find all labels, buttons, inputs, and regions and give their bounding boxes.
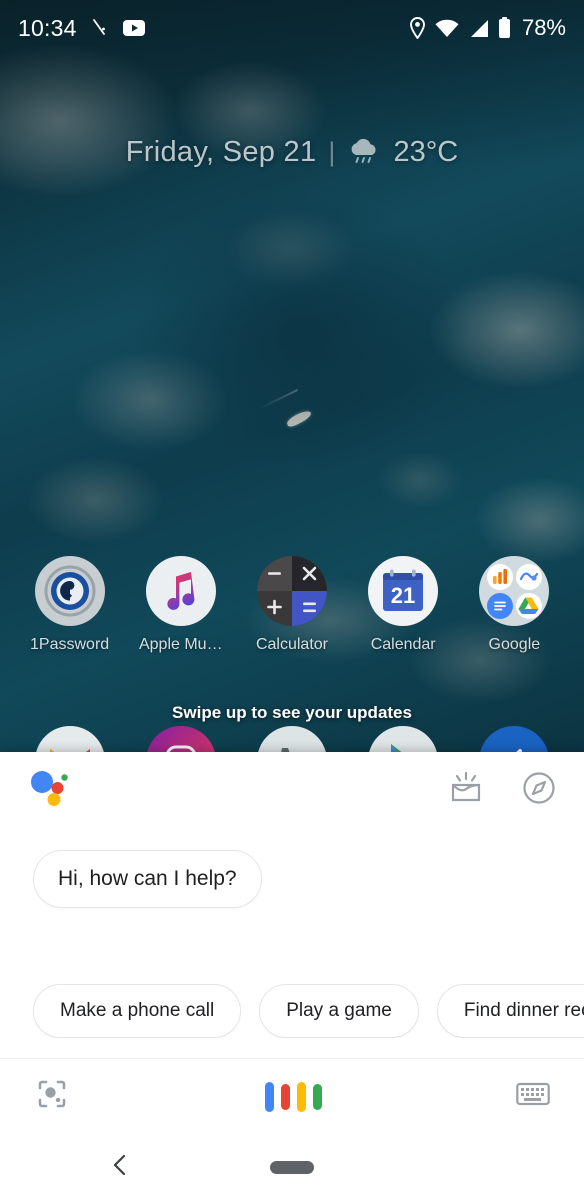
app-label: Apple Mu… — [138, 636, 223, 653]
app-label: Calendar — [370, 636, 436, 653]
calendar-icon: 21 — [368, 556, 439, 626]
voice-bar-red — [280, 1083, 290, 1110]
app-folder-google[interactable]: Google — [464, 556, 564, 654]
app-calculator[interactable]: Calculator — [242, 556, 342, 654]
app-calendar[interactable]: 21 Calendar — [353, 556, 453, 654]
google-voice-bars[interactable] — [264, 1081, 322, 1112]
status-time: 10:34 — [18, 14, 77, 41]
suggestion-chip[interactable]: Play a game — [259, 984, 419, 1038]
voice-bar-yellow — [296, 1081, 306, 1112]
cellular-signal-icon — [468, 19, 489, 38]
boat-wake — [259, 388, 299, 410]
analytics-icon — [486, 563, 513, 590]
google-assistant-logo — [28, 768, 72, 813]
suggestion-chip[interactable]: Make a phone call — [33, 984, 242, 1038]
google-assistant-panel: Hi, how can I help? Make a phone call Pl… — [0, 752, 584, 1134]
status-bar-left: 10:34 — [18, 15, 145, 42]
app-label: 1Password — [30, 636, 110, 653]
assistant-header — [0, 752, 584, 828]
navigation-bar — [0, 1134, 584, 1200]
status-bar[interactable]: 10:34 78% — [0, 0, 584, 56]
docs-icon — [486, 592, 513, 619]
onepassword-icon — [34, 556, 105, 626]
keep-icon — [515, 563, 542, 590]
youtube-icon — [122, 20, 145, 36]
home-pill-icon[interactable] — [270, 1160, 314, 1174]
rain-cloud-icon — [347, 138, 381, 168]
voice-bar-blue — [264, 1081, 274, 1112]
widget-separator: | — [328, 137, 336, 167]
google-lens-icon[interactable] — [34, 1076, 70, 1117]
apple-music-icon — [145, 556, 216, 626]
google-folder-icon — [479, 556, 550, 626]
date-weather-widget[interactable]: Friday, Sep 21 | 23°C — [0, 136, 584, 169]
battery-percent: 78% — [521, 15, 566, 40]
phone-screen: 10:34 78% Friday, Sep 21 | 23°C 1Passwor… — [0, 0, 584, 1200]
app-label: Calculator — [255, 636, 328, 653]
assistant-header-actions — [448, 771, 556, 810]
assistant-footer — [0, 1058, 584, 1134]
widget-date: Friday, Sep 21 — [125, 136, 317, 168]
explore-compass-icon[interactable] — [522, 771, 556, 810]
app-label: Google — [488, 636, 541, 653]
swipe-up-hint[interactable]: Swipe up to see your updates — [0, 703, 584, 723]
app-apple-music[interactable]: Apple Mu… — [131, 556, 231, 654]
location-pin-icon — [409, 17, 426, 39]
battery-icon — [498, 17, 511, 39]
app-1password[interactable]: 1Password — [20, 556, 120, 654]
widget-temperature: 23°C — [393, 136, 459, 168]
app-grid: 1Password Apple Mu… Calculator 21 Calend… — [0, 556, 584, 654]
snapshot-icon[interactable] — [448, 771, 484, 810]
keyboard-icon[interactable] — [516, 1081, 550, 1112]
drive-icon — [515, 592, 542, 619]
back-chevron-icon[interactable] — [108, 1152, 134, 1183]
boat — [285, 408, 313, 429]
voice-bar-green — [312, 1083, 322, 1110]
wifi-icon — [435, 19, 459, 38]
status-bar-right: 78% — [409, 15, 566, 41]
assistant-greeting-bubble: Hi, how can I help? — [33, 850, 262, 908]
notification-slash-icon — [91, 18, 109, 38]
calculator-icon — [256, 556, 327, 626]
suggestion-chips: Make a phone call Play a game Find dinne… — [0, 984, 584, 1038]
suggestion-chip[interactable]: Find dinner rec — [436, 984, 584, 1038]
calendar-day: 21 — [391, 583, 415, 608]
